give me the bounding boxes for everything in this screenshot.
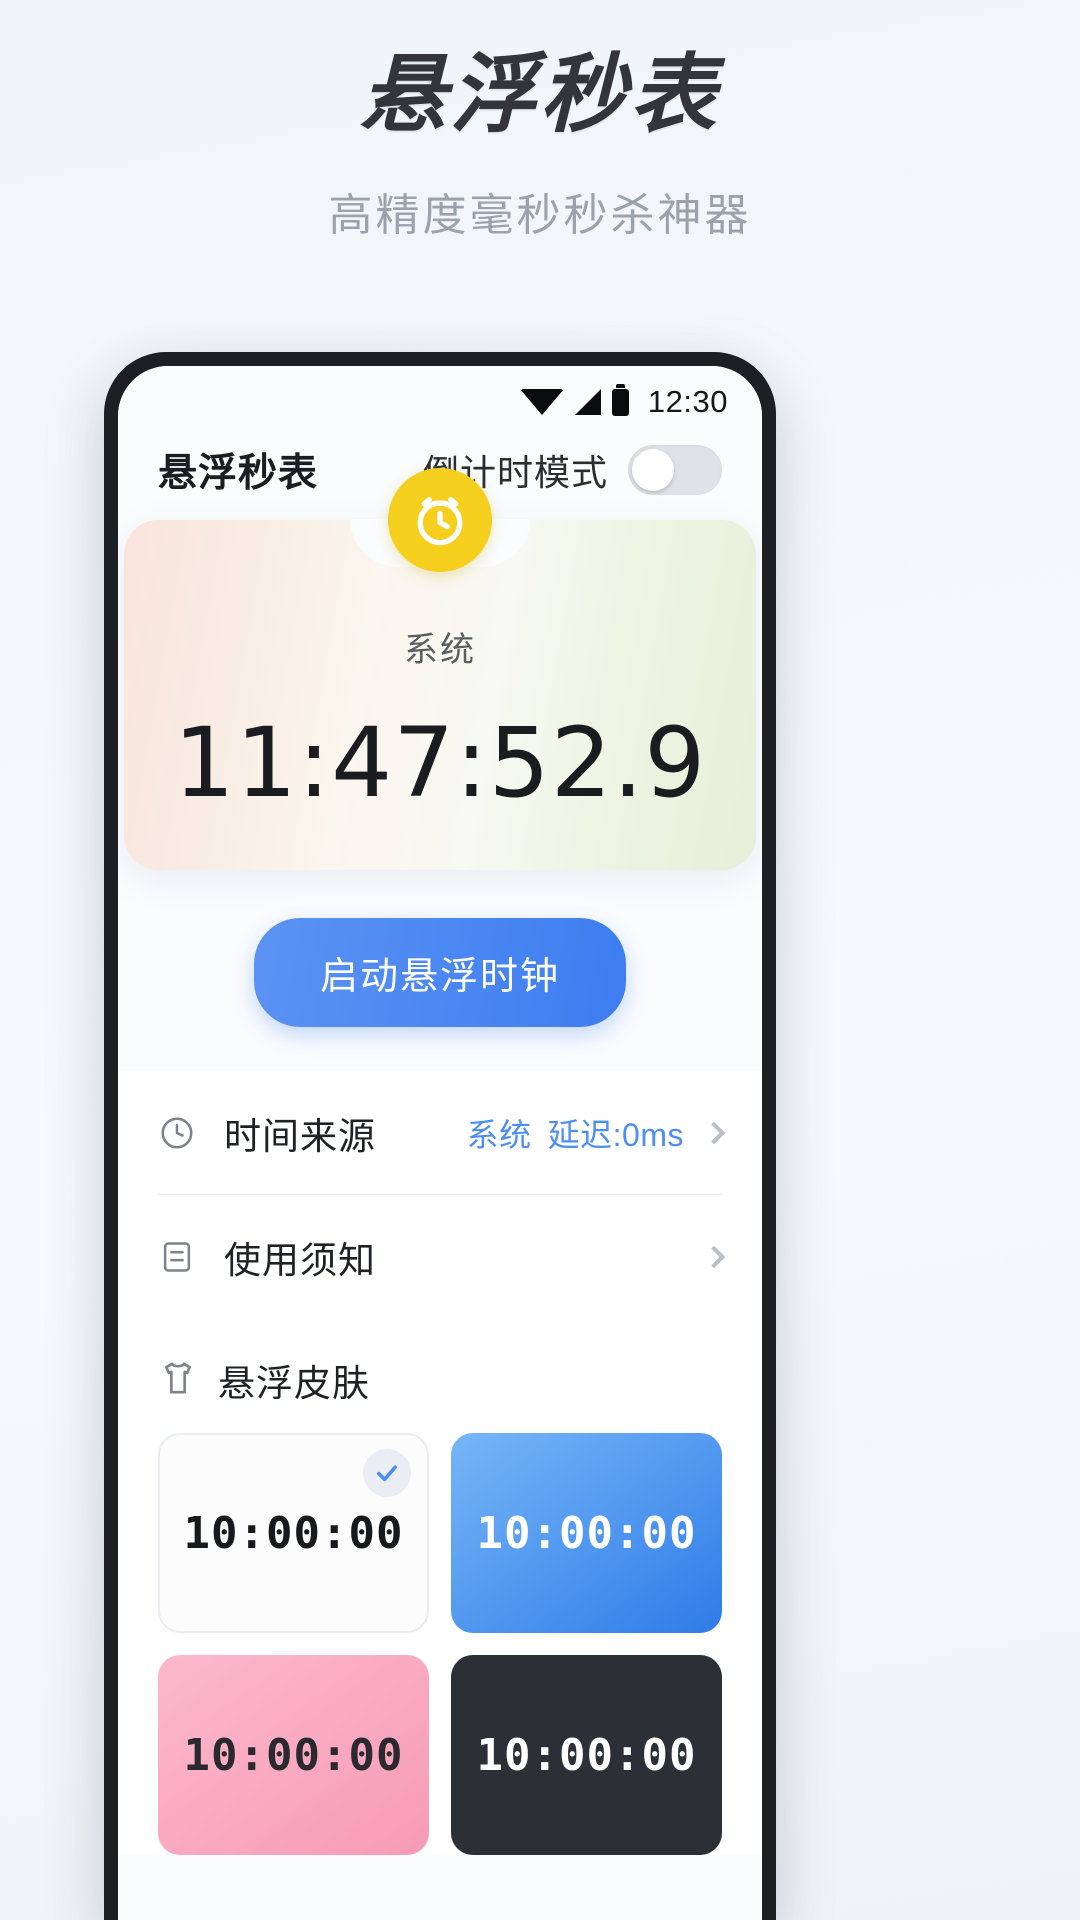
start-floating-clock-button[interactable]: 启动悬浮时钟	[253, 918, 626, 1027]
settings-list: 时间来源 系统 延迟:0ms 使用须知	[118, 1071, 762, 1319]
skin-option-white[interactable]: 10:00:00	[158, 1433, 429, 1633]
phone-mockup: 12:30 悬浮秒表 倒计时模式 系统 11:47:52.9 启动悬浮时钟 时间…	[104, 352, 776, 1920]
time-source-latency: 延迟:0ms	[547, 1116, 684, 1153]
skin-sample-text: 10:00:00	[476, 1729, 697, 1781]
wifi-icon	[519, 389, 564, 415]
timer-display: 11:47:52.9	[173, 707, 707, 819]
skin-option-blue[interactable]: 10:00:00	[451, 1433, 722, 1633]
battery-icon	[611, 383, 629, 416]
skin-sample-text: 10:00:00	[183, 1507, 404, 1559]
skin-option-pink[interactable]: 10:00:00	[158, 1655, 429, 1855]
app-title: 悬浮秒表	[158, 452, 319, 495]
check-icon	[363, 1449, 411, 1497]
alarm-clock-icon	[388, 468, 492, 572]
skin-option-dark[interactable]: 10:00:00	[451, 1655, 722, 1855]
primary-button-zone: 启动悬浮时钟	[118, 880, 762, 1071]
time-source-value: 系统 延迟:0ms	[467, 1110, 684, 1156]
settings-row-label: 时间来源	[224, 1115, 376, 1157]
status-bar-time: 12:30	[647, 384, 728, 419]
toggle-knob	[632, 449, 674, 491]
timer-card: 系统 11:47:52.9	[124, 468, 756, 870]
countdown-mode-toggle[interactable]	[628, 445, 722, 495]
signal-icon	[574, 389, 601, 415]
clock-icon	[158, 1114, 206, 1152]
timer-card-zone: 系统 11:47:52.9	[118, 468, 762, 880]
skins-header: 悬浮皮肤	[118, 1319, 762, 1417]
chevron-right-icon	[702, 1121, 726, 1144]
phone-screen: 12:30 悬浮秒表 倒计时模式 系统 11:47:52.9 启动悬浮时钟 时间…	[118, 366, 762, 1920]
page-title: 悬浮秒表	[360, 47, 720, 143]
promo-header: 悬浮秒表 高精度毫秒秒杀神器	[0, 0, 1080, 243]
timer-source-label: 系统	[404, 631, 476, 669]
tshirt-icon	[158, 1358, 198, 1403]
skin-sample-text: 10:00:00	[183, 1729, 404, 1781]
document-icon	[158, 1238, 206, 1276]
status-bar: 12:30	[118, 366, 762, 428]
skin-grid: 10:00:00 10:00:00 10:00:00 10:00:00	[118, 1417, 762, 1855]
time-source-primary: 系统	[466, 1116, 532, 1153]
skin-sample-text: 10:00:00	[476, 1507, 697, 1559]
settings-row-usage-notes[interactable]: 使用须知	[158, 1195, 726, 1319]
page-subtitle: 高精度毫秒秒杀神器	[328, 190, 752, 240]
settings-row-label: 使用须知	[224, 1240, 376, 1281]
chevron-right-icon	[702, 1245, 726, 1269]
settings-row-time-source[interactable]: 时间来源 系统 延迟:0ms	[158, 1071, 726, 1195]
skins-title: 悬浮皮肤	[218, 1363, 370, 1404]
